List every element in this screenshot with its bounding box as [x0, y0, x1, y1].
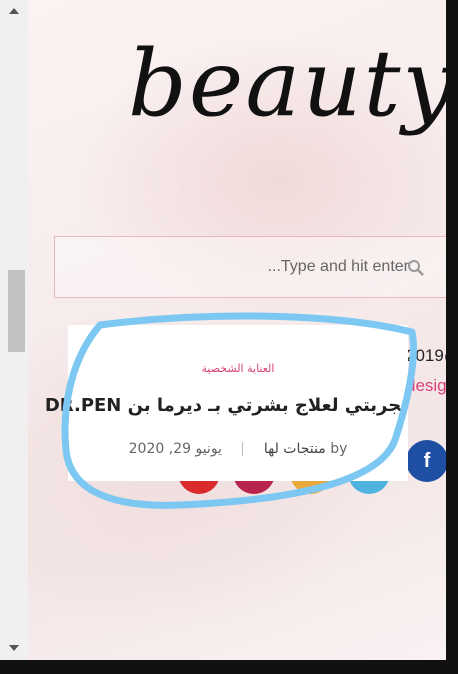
meta-divider	[242, 442, 244, 456]
post-by-label: by	[330, 441, 348, 457]
search-input[interactable]	[55, 237, 415, 297]
post-author[interactable]: منتجات لها	[264, 441, 326, 457]
post-meta: by منتجات لها يونيو 29, 2020	[68, 441, 408, 457]
vertical-scrollbar[interactable]	[0, 0, 29, 660]
post-date: يونيو 29, 2020	[128, 441, 222, 457]
search-icon[interactable]	[407, 259, 425, 277]
post-card[interactable]: العناية الشخصية تجربتي لعلاج بشرتي بـ دي…	[45, 325, 408, 481]
scroll-up-arrow-icon[interactable]	[9, 8, 19, 14]
page-viewport: beauty 2019@ design f العناية الشخصية تج…	[28, 0, 446, 660]
site-logo[interactable]: beauty	[128, 30, 446, 137]
search-box	[54, 236, 446, 298]
scroll-down-arrow-icon[interactable]	[9, 645, 19, 651]
facebook-icon[interactable]: f	[406, 440, 446, 482]
scrollbar-thumb[interactable]	[8, 270, 25, 352]
sidebar-design-link[interactable]: design	[406, 376, 446, 396]
sidebar-copyright-text: 2019@	[406, 346, 446, 365]
post-category[interactable]: العناية الشخصية	[68, 362, 408, 375]
post-title[interactable]: تجربتي لعلاج بشرتي بـ ديرما بن DR.PEN	[45, 395, 408, 416]
